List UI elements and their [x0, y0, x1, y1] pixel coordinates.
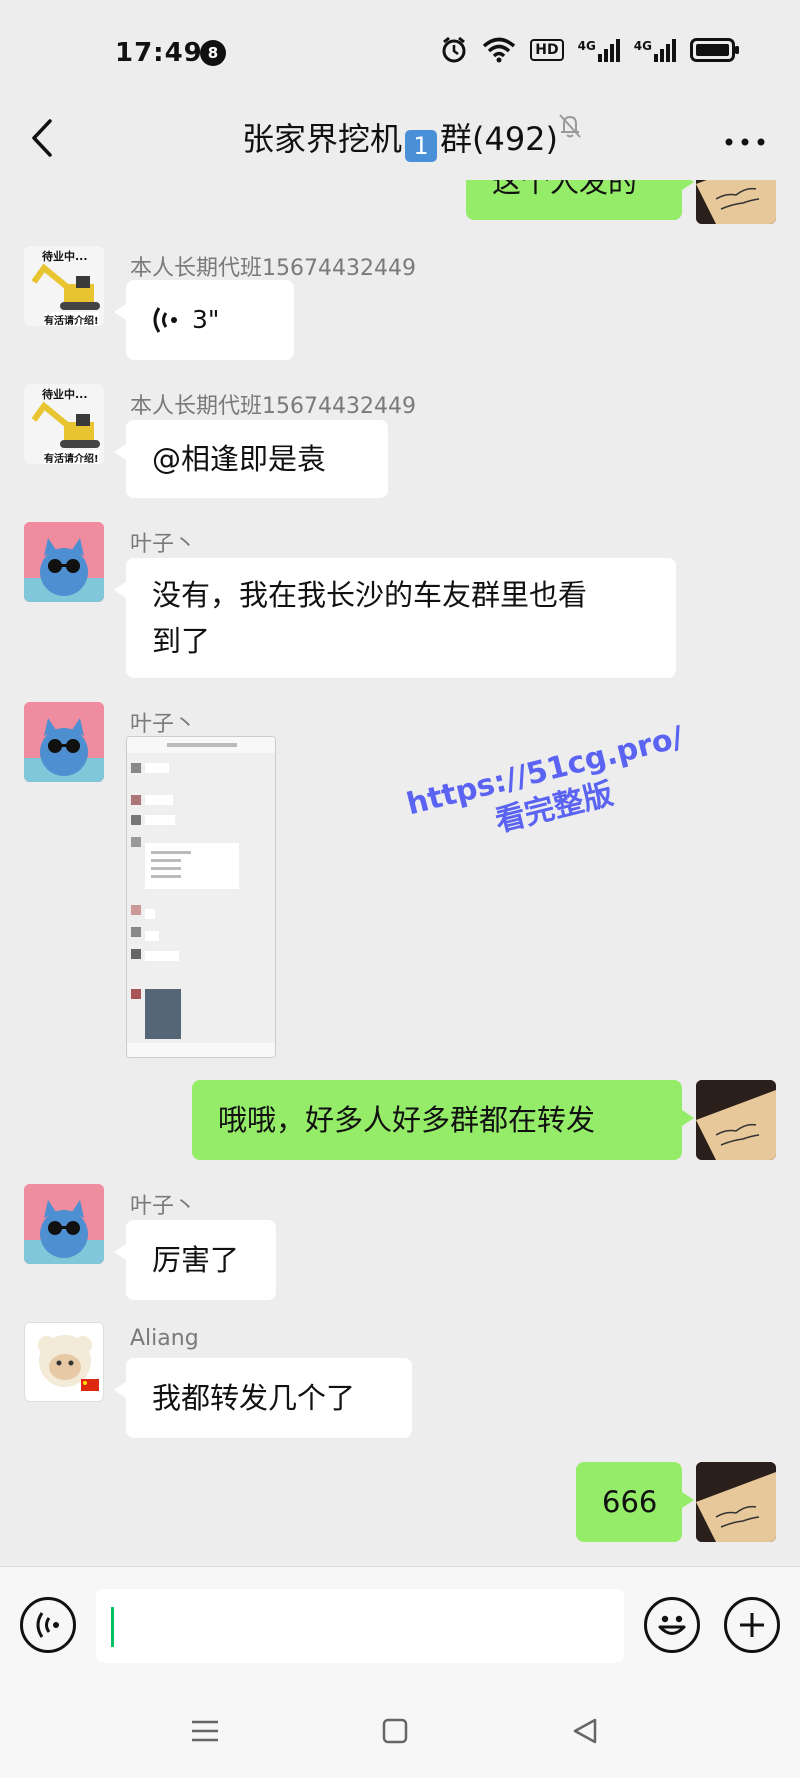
paper-avatar[interactable]	[696, 1462, 776, 1542]
message-text-line: 到了	[152, 624, 211, 658]
image-message-thumbnail[interactable]	[126, 736, 276, 1058]
sender-name: 本人长期代班15674432449	[130, 394, 416, 419]
paper-avatar[interactable]	[696, 1080, 776, 1160]
network-type-label: 4G	[633, 38, 652, 53]
system-navigation-bar	[0, 1682, 800, 1778]
voice-input-toggle-button[interactable]	[20, 1597, 76, 1653]
message-text-line: 没有，我在我长沙的车友群里也看	[152, 578, 588, 612]
plus-icon	[740, 1613, 764, 1637]
signal-icon-sim2: 4G	[633, 38, 676, 62]
outgoing-text-bubble[interactable]: 哦哦，好多人好多群都在转发	[192, 1080, 694, 1160]
sheep-cartoon-image	[25, 1323, 103, 1401]
cat-avatar[interactable]	[24, 522, 104, 602]
title-prefix: 张家界挖机	[241, 120, 402, 158]
chat-screenshot-image	[127, 737, 275, 1057]
sender-name: 叶子丶	[130, 1194, 197, 1219]
avatar-caption-top: 待业中...	[42, 250, 88, 263]
handwritten-paper-image	[696, 1462, 776, 1542]
cat-sunglasses-image	[24, 522, 104, 602]
menu-lines-icon	[192, 1720, 218, 1742]
status-icons: HD 4G 4G	[440, 36, 740, 64]
cat-sunglasses-image	[24, 702, 104, 782]
more-functions-button[interactable]	[724, 1597, 780, 1653]
excavator-avatar[interactable]: 待业中... 有活请介绍!	[24, 246, 104, 326]
excavator-avatar[interactable]: 待业中... 有活请介绍!	[24, 384, 104, 464]
status-bar: 17:49 8 HD 4G 4G	[0, 0, 800, 100]
sender-name: 叶子丶	[130, 712, 197, 737]
page-title: 张家界挖机 1 群(492)	[0, 114, 800, 162]
message-input[interactable]	[96, 1589, 624, 1663]
battery-icon	[690, 38, 739, 62]
outgoing-text-bubble[interactable]: 这个人发的	[466, 180, 694, 220]
square-home-icon	[382, 1718, 408, 1744]
incoming-text-bubble[interactable]: 厉害了	[114, 1220, 276, 1300]
handwritten-paper-image	[696, 1080, 776, 1160]
nav-back-button[interactable]	[560, 1706, 610, 1756]
sheep-avatar[interactable]	[24, 1322, 104, 1402]
input-bar	[0, 1566, 800, 1682]
sender-name: 叶子丶	[130, 532, 197, 557]
message-text: 厉害了	[152, 1243, 240, 1277]
alarm-icon	[442, 36, 466, 63]
incoming-text-bubble[interactable]: @相逢即是袁	[114, 420, 388, 498]
outgoing-text-bubble[interactable]: 666	[576, 1462, 694, 1542]
incoming-text-bubble[interactable]: 我都转发几个了	[114, 1358, 412, 1438]
avatar-caption-top: 待业中...	[42, 388, 88, 401]
incoming-text-bubble[interactable]: 没有，我在我长沙的车友群里也看 到了	[114, 558, 676, 678]
sender-name: 本人长期代班15674432449	[130, 256, 416, 281]
message-text: 我都转发几个了	[152, 1381, 356, 1415]
keycap-one-emoji: 1	[404, 130, 437, 162]
sender-name: Aliang	[130, 1326, 199, 1351]
status-time: 17:49	[115, 38, 203, 68]
text-caret	[111, 1607, 114, 1647]
nav-menu-button[interactable]	[180, 1706, 230, 1756]
notification-count-badge: 8	[200, 40, 226, 66]
message-text: 666	[602, 1485, 658, 1519]
avatar-caption-bottom: 有活请介绍!	[44, 450, 99, 464]
title-suffix: 群(492)	[439, 120, 559, 158]
hd-icon: HD	[530, 39, 564, 61]
avatar-caption-bottom: 有活请介绍!	[44, 312, 99, 326]
voice-duration: 3"	[192, 305, 220, 334]
more-options-button[interactable]	[720, 122, 770, 162]
more-dots-icon	[725, 138, 765, 146]
emoji-button[interactable]	[644, 1597, 700, 1653]
triangle-back-icon	[573, 1718, 597, 1744]
message-list[interactable]: 这个人发的 待业中... 有活请介绍! 本人长期代班15674432449 3"	[0, 180, 800, 1566]
mute-bell-icon	[559, 114, 581, 138]
signal-icon-sim1: 4G	[577, 38, 620, 62]
nav-home-button[interactable]	[370, 1706, 420, 1756]
message-text: @相逢即是袁	[152, 442, 327, 476]
voice-message-bubble[interactable]: 3"	[114, 280, 294, 360]
network-type-label: 4G	[577, 38, 596, 53]
cat-avatar[interactable]	[24, 702, 104, 782]
cat-sunglasses-image	[24, 1184, 104, 1264]
watermark-overlay: https://51cg.pro/ 看完整版	[403, 719, 696, 861]
wifi-icon	[483, 37, 516, 63]
voice-wave-icon	[36, 1612, 59, 1638]
voice-wave-icon	[153, 307, 177, 333]
smiley-face-icon	[658, 1615, 686, 1635]
paper-avatar[interactable]	[696, 180, 776, 224]
chat-header: 张家界挖机 1 群(492)	[0, 100, 800, 180]
message-text: 哦哦，好多人好多群都在转发	[218, 1103, 596, 1137]
message-text: 这个人发的	[492, 180, 638, 199]
cat-avatar[interactable]	[24, 1184, 104, 1264]
handwritten-paper-image	[696, 180, 776, 224]
